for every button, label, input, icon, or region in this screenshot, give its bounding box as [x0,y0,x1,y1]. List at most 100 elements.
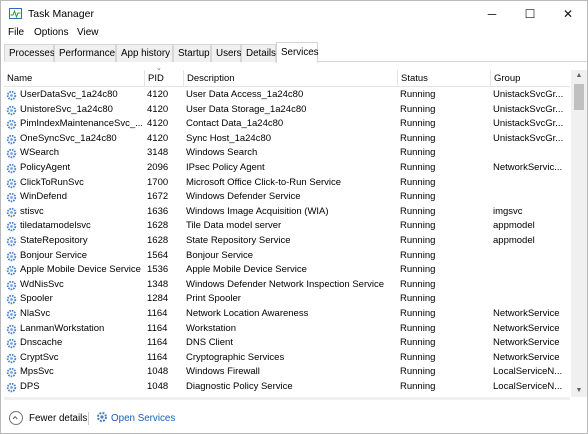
open-services-link[interactable]: Open Services [111,413,175,424]
menu-file[interactable]: File [8,27,24,38]
column-header-name[interactable]: Name [4,70,144,87]
services-list: UserDataSvc_1a24c80 4120 User Data Access_… [4,88,570,396]
service-pid: 3148 [147,147,169,159]
service-name: Dnscache [20,337,63,349]
service-description: Diagnostic Policy Service [186,380,293,392]
table-row[interactable]: OneSyncSvc_1a24c80 4120 Sync Host_1a24c80 R… [4,132,570,147]
table-row[interactable]: NlaSvc 1164 Network Location Awareness Runn… [4,307,570,322]
footer-bar: Fewer details Open Services [1,405,587,433]
tab-processes[interactable]: Processes [4,44,55,62]
service-gear-icon [6,280,17,291]
tab-details[interactable]: Details [241,44,276,62]
table-row[interactable]: LanmanWorkstation 1164 Workstation Running N… [4,322,570,337]
service-group: NetworkServic... [493,161,563,173]
table-row[interactable]: stisvc 1636 Windows Image Acquisition (WIA… [4,205,570,220]
service-description: Sync Host_1a24c80 [186,132,272,144]
service-gear-icon [6,367,17,378]
service-name: LanmanWorkstation [20,322,105,334]
service-pid: 1284 [147,293,169,305]
service-gear-icon [6,236,17,247]
service-group: UnistackSvcGr... [493,103,564,115]
service-gear-icon [6,192,17,203]
service-description: User Data Storage_1a24c80 [186,103,307,115]
service-group: appmodel [493,234,535,246]
service-gear-icon [6,251,17,262]
maximize-button[interactable]: ☐ [511,1,549,27]
service-status: Running [400,278,436,290]
service-status: Running [400,161,436,173]
close-button[interactable]: ✕ [549,1,587,27]
minimize-button[interactable]: ─ [473,1,511,27]
tab-users[interactable]: Users [211,44,242,62]
task-manager-window: Task Manager ─ ☐ ✕ File Options View Pro… [0,0,588,434]
table-row[interactable]: UserDataSvc_1a24c80 4120 User Data Access_… [4,88,570,103]
menu-options[interactable]: Options [34,27,68,38]
service-pid: 4120 [147,118,169,130]
table-row[interactable]: WdNisSvc 1348 Windows Defender Network Ins… [4,278,570,293]
title-bar: Task Manager ─ ☐ ✕ [1,1,587,27]
service-pid: 2096 [147,161,169,173]
table-row[interactable]: UnistoreSvc_1a24c80 4120 User Data Storage… [4,103,570,118]
horizontal-scrollbar[interactable] [4,397,570,400]
table-row[interactable]: Dnscache 1164 DNS Client Running NetworkServ… [4,336,570,351]
column-header-pid[interactable]: PID [144,70,183,87]
column-header-status[interactable]: Status [397,70,490,87]
service-status: Running [400,89,436,100]
service-pid: 1164 [147,351,168,363]
column-header-description[interactable]: Description [183,70,397,87]
service-description: User Data Access_1a24c80 [186,89,304,100]
table-row[interactable]: ClickToRunSvc 1700 Microsoft Office Click-… [4,176,570,191]
service-gear-icon [6,294,17,305]
service-pid: 1536 [147,264,169,276]
tab-strip: Processes Performance App history Startu… [4,42,587,63]
service-gear-icon [6,134,17,145]
table-row[interactable]: Bonjour Service 1564 Bonjour Service Runnin… [4,249,570,264]
tab-app-history[interactable]: App history [116,44,173,62]
table-row[interactable]: MpsSvc 1048 Windows Firewall Running LocalSe… [4,365,570,380]
service-status: Running [400,322,436,334]
table-row[interactable]: DPS 1048 Diagnostic Policy Service Running L… [4,380,570,395]
service-name: tiledatamodelsvc [20,220,91,232]
table-row[interactable]: WinDefend 1672 Windows Defender Service Run… [4,190,570,205]
scroll-down-arrow-icon[interactable]: ▼ [571,385,587,397]
tab-performance[interactable]: Performance [54,44,116,62]
service-group: UnistackSvcGr... [493,89,564,100]
table-row[interactable]: Spooler 1284 Print Spooler Running [4,292,570,307]
scrollbar-thumb[interactable] [574,84,584,110]
service-status: Running [400,205,436,217]
menu-view[interactable]: View [77,27,99,38]
service-description: Network Location Awareness [186,307,309,319]
service-group: NetworkService [493,337,560,349]
service-name: ClickToRunSvc [20,176,84,188]
service-group: UnistackSvcGr... [493,132,564,144]
table-row[interactable]: StateRepository 1628 State Repository Serv… [4,234,570,249]
table-row[interactable]: WSearch 3148 Windows Search Running [4,146,570,161]
tab-services[interactable]: Services [276,42,319,63]
service-gear-icon [6,148,17,159]
table-row[interactable]: tiledatamodelsvc 1628 Tile Data model serv… [4,219,570,234]
table-row[interactable]: PolicyAgent 2096 IPsec Policy Agent Running… [4,161,570,176]
chevron-up-circle-icon[interactable] [9,411,23,425]
fewer-details-button[interactable]: Fewer details [29,413,87,424]
service-name: DPS [20,380,40,392]
service-pid: 1164 [147,337,168,349]
service-pid: 1048 [147,380,169,392]
table-row[interactable]: Apple Mobile Device Service 1536 Apple Mob… [4,263,570,278]
table-row[interactable]: CryptSvc 1164 Cryptographic Services Runnin… [4,351,570,366]
scroll-up-arrow-icon[interactable]: ▲ [571,70,587,82]
service-description: Windows Firewall [186,366,260,378]
service-name: Apple Mobile Device Service [20,264,141,276]
tab-startup[interactable]: Startup [173,44,211,62]
service-gear-icon [6,163,17,174]
vertical-scrollbar[interactable]: ▲ ▼ [571,70,587,397]
service-gear-icon [6,353,17,364]
column-header-group[interactable]: Group [490,70,570,87]
service-status: Running [400,351,436,363]
service-description: DNS Client [186,337,233,349]
table-row[interactable]: PimIndexMaintenanceSvc_... 4120 Contact Da… [4,117,570,132]
service-name: CryptSvc [20,351,59,363]
service-name: OneSyncSvc_1a24c80 [20,132,117,144]
service-description: State Repository Service [186,234,291,246]
service-gear-icon [6,324,17,335]
service-description: Tile Data model server [186,220,282,232]
